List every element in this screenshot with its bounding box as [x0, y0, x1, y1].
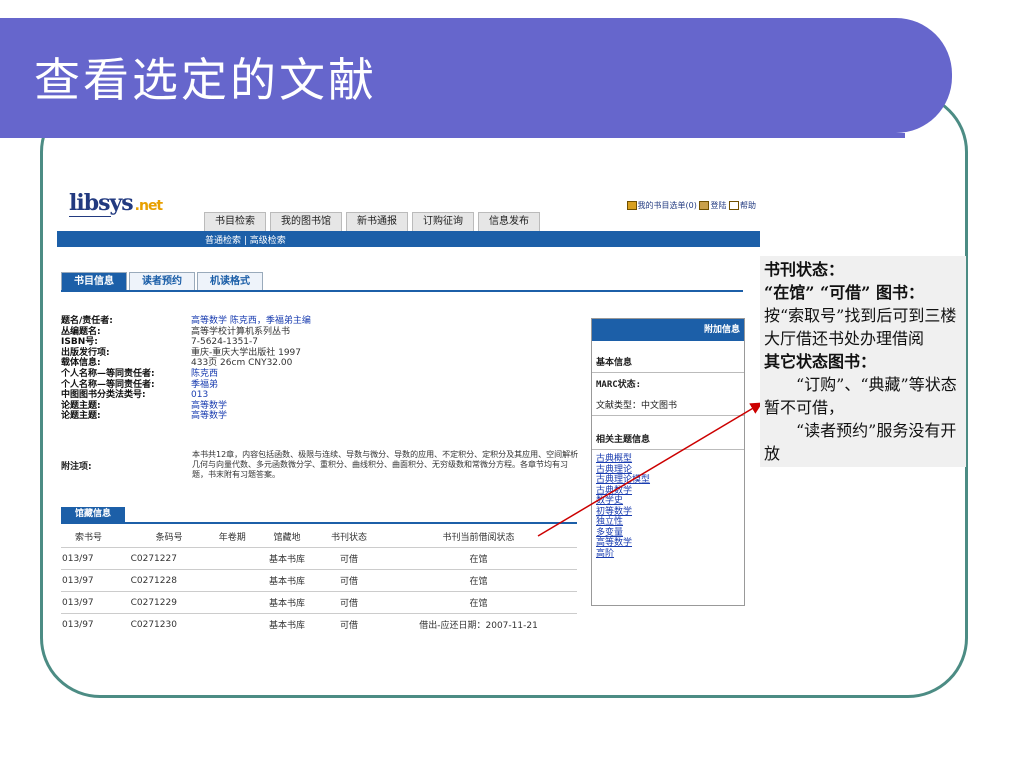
callout-line-4: 其它状态图书：	[764, 352, 877, 371]
callout-line-6: “读者预约”服务没有开放	[764, 421, 957, 463]
callout-line-2: “在馆” “可借” 图书：	[764, 283, 924, 302]
callout-line-3: 按“索取号”找到后可到三楼大厅借还书处办理借阅	[764, 306, 957, 348]
callout-line-5: “订购”、“典藏”等状态暂不可借，	[764, 375, 957, 417]
annotation-callout: 书刊状态： “在馆” “可借” 图书： 按“索取号”找到后可到三楼大厅借还书处办…	[760, 256, 966, 467]
callout-line-1: 书刊状态：	[764, 260, 845, 279]
